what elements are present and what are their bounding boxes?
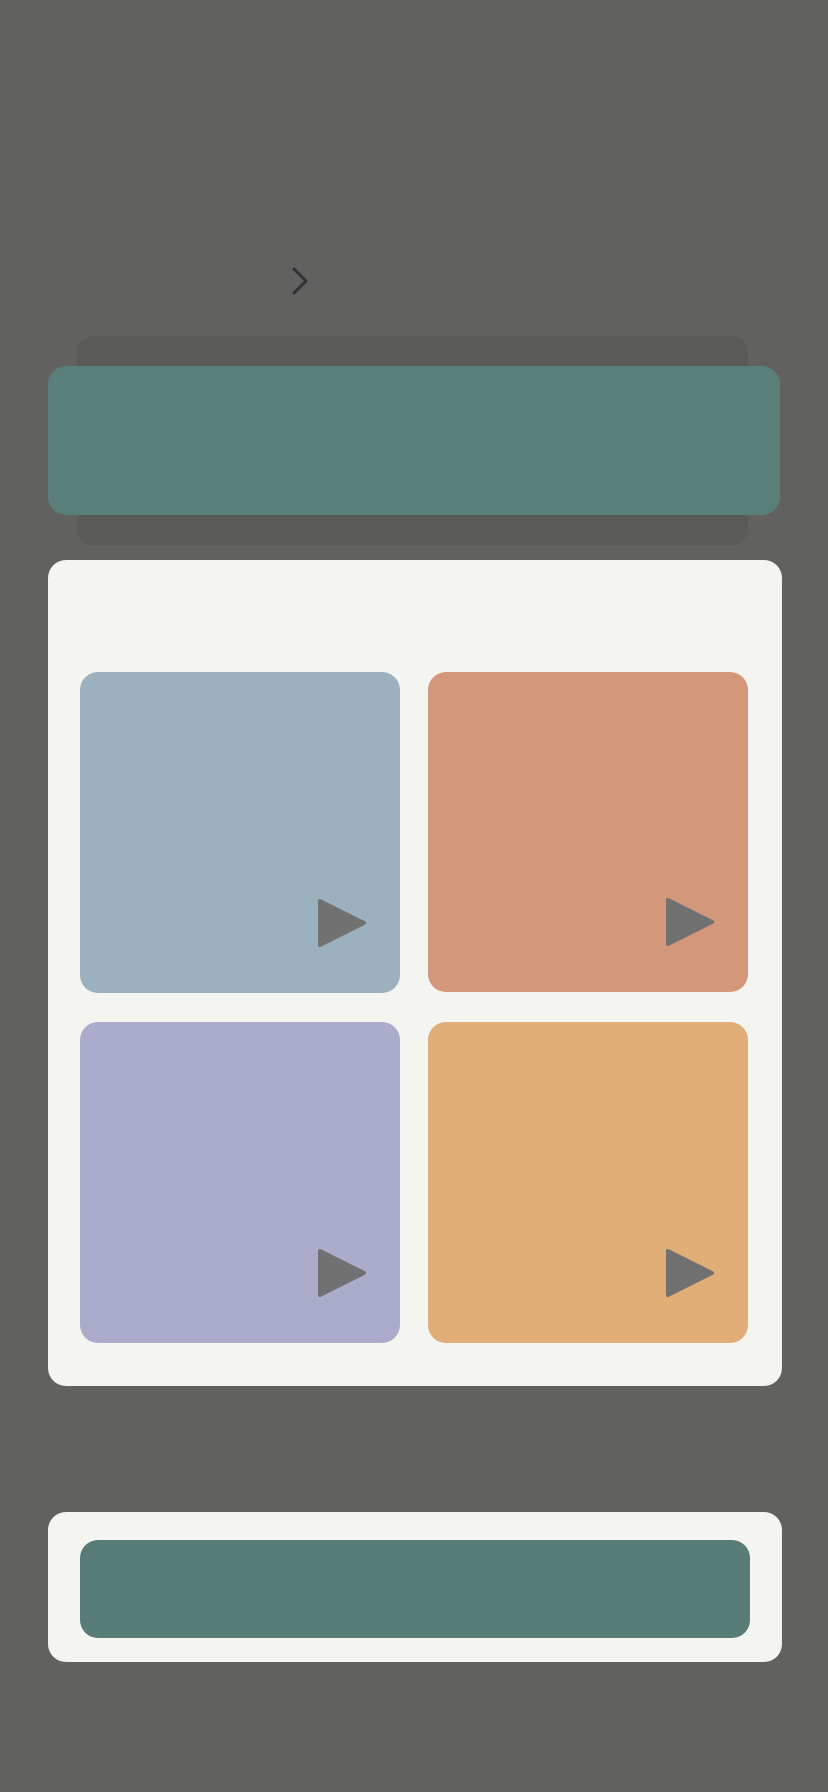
play-icon[interactable] — [314, 895, 370, 951]
media-tile-1[interactable] — [80, 672, 400, 993]
featured-banner[interactable] — [48, 366, 780, 515]
chevron-right-icon[interactable] — [289, 266, 311, 296]
media-tile-2[interactable] — [428, 672, 748, 992]
primary-action-button[interactable] — [80, 1540, 750, 1638]
media-tile-4[interactable] — [428, 1022, 748, 1343]
play-icon[interactable] — [662, 1245, 718, 1301]
play-icon[interactable] — [314, 1245, 370, 1301]
play-icon[interactable] — [662, 894, 718, 950]
media-tile-3[interactable] — [80, 1022, 400, 1343]
